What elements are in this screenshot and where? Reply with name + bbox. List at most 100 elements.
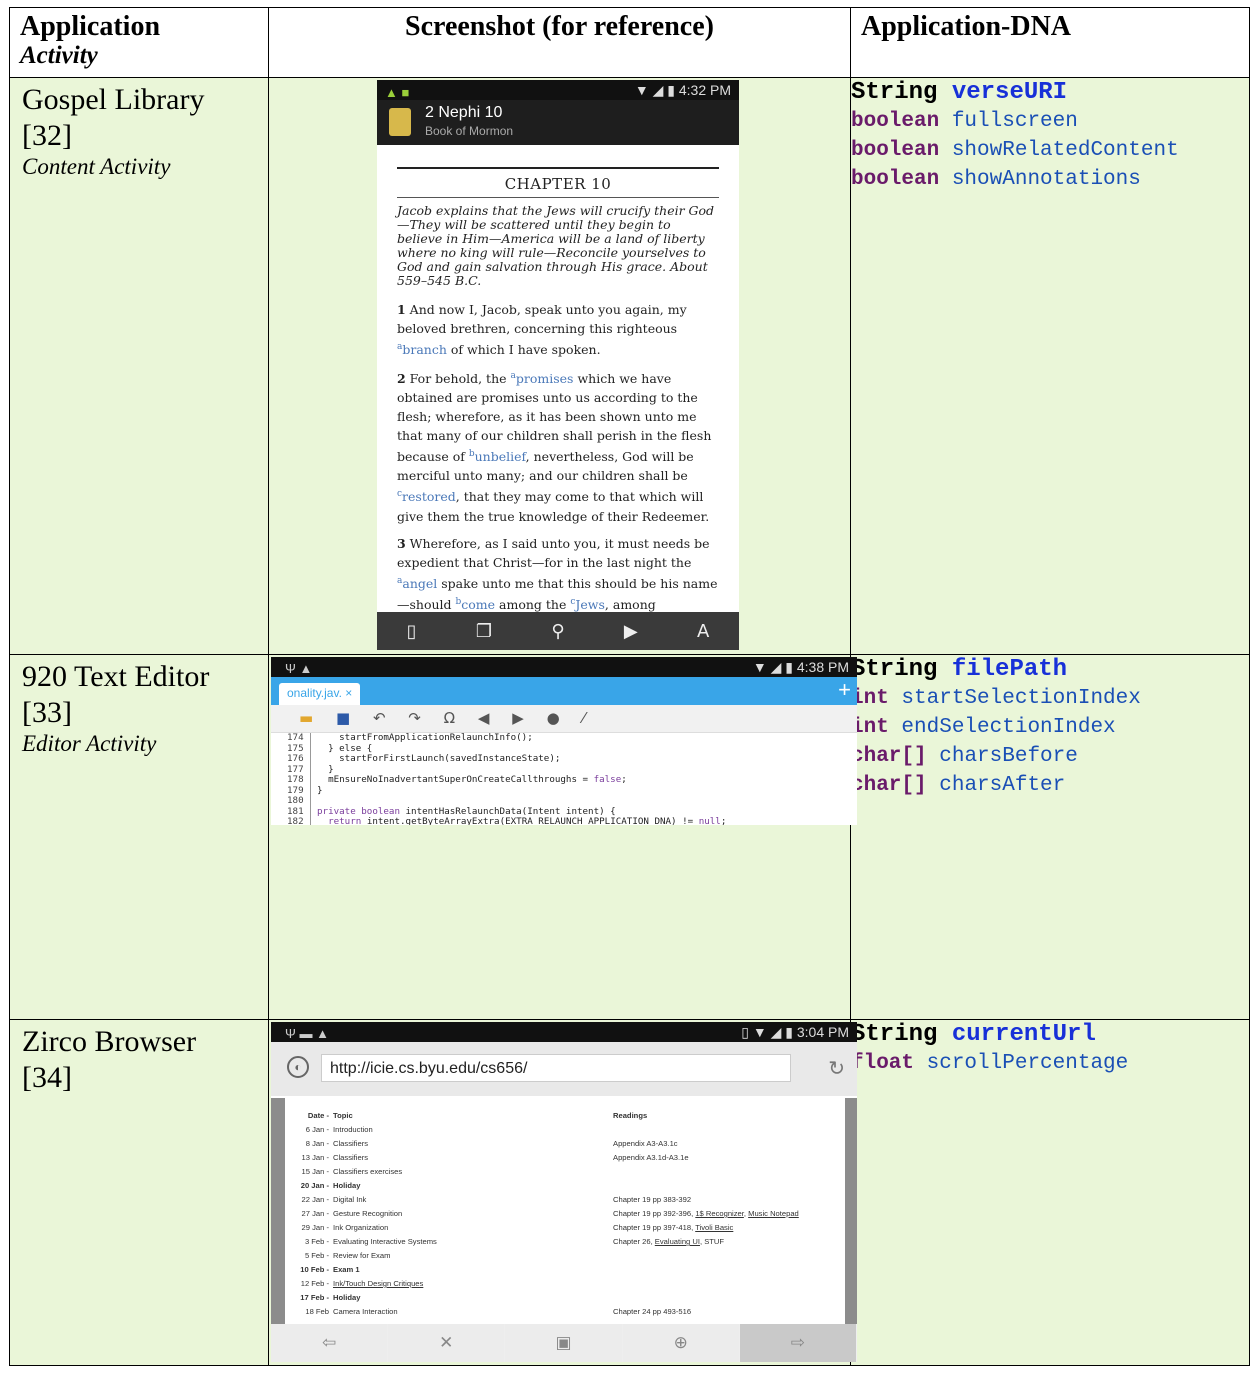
screenshot-cell-zirco: Ψ ▬ ▲ ▯ ▼ ◢ ▮ 3:04 PM ◐ http://icie.cs.by… <box>268 1019 857 1366</box>
app-activity: Content Activity <box>22 154 171 179</box>
header-screenshot: Screenshot (for reference) <box>268 7 851 78</box>
search-icon[interactable]: ⚲ <box>551 621 564 642</box>
color-picker-icon[interactable]: ● <box>547 709 560 727</box>
redo-icon[interactable]: ↷ <box>408 709 421 727</box>
undo-icon[interactable]: ↶ <box>373 709 386 727</box>
globe-icon[interactable]: ◐ <box>287 1056 309 1078</box>
table-row: 20 Jan - Holiday <box>300 1181 361 1190</box>
scripture-body: CHAPTER 10 Jacob explains that the Jews … <box>377 145 739 614</box>
app-ref: [32] <box>22 119 72 152</box>
wand-icon[interactable]: ⁄ <box>582 709 585 727</box>
table-row: 15 Jan - Classifiers exercises <box>301 1167 403 1176</box>
reload-icon[interactable]: ↻ <box>828 1056 845 1081</box>
dna-line: String verseURI <box>851 79 1068 106</box>
battery-signal-icon: ▯ ▼ ◢ ▮ <box>741 1024 797 1040</box>
screenshot-cell-editor: Ψ ▲ ▼ ◢ ▮ 4:38 PM onality.jav. × + ▬ ■ ↶ … <box>268 654 857 1020</box>
verse-1: 1 And now I, Jacob, speak unto you again… <box>397 302 687 358</box>
status-time: 4:32 PM <box>678 82 731 98</box>
file-tab[interactable]: onality.jav. × <box>279 683 361 705</box>
status-time: 3:04 PM <box>796 1024 849 1040</box>
column-header-readings: Readings <box>613 1111 648 1120</box>
application-dna-table: Application Activity Screenshot (for ref… <box>9 7 1250 1366</box>
usb-icon: Ψ ▬ ▲ <box>285 1026 329 1041</box>
table-row: 6 Jan - Introduction <box>305 1125 373 1134</box>
dna-line: boolean fullscreen <box>851 110 1078 133</box>
chapter-summary: Jacob explains that the Jews will crucif… <box>397 203 715 288</box>
app-cell-gospel: Gospel Library [32] Content Activity <box>9 77 269 655</box>
dna-line: char[] charsAfter <box>851 774 1066 797</box>
dna-line: String currentUrl <box>851 1021 1096 1048</box>
book-title: 2 Nephi 10 <box>425 104 503 121</box>
open-folder-icon[interactable]: ▬ <box>299 709 313 727</box>
dna-line: char[] charsBefore <box>851 745 1078 768</box>
verse-3: 3 Wherefore, as I said unto you, it must… <box>397 535 718 612</box>
dna-line: int endSelectionIndex <box>851 716 1116 739</box>
battery-signal-icon: ▼ ◢ ▮ <box>752 659 797 675</box>
app-ref: [33] <box>22 696 72 729</box>
app-logo-icon <box>389 108 411 136</box>
status-bar: Ψ ▬ ▲ ▯ ▼ ◢ ▮ 3:04 PM <box>271 1022 857 1042</box>
web-page[interactable]: Date - Topic Readings 6 Jan - Introduction … <box>271 1098 857 1324</box>
app-cell-zirco: Zirco Browser [34] <box>9 1019 269 1366</box>
chapter-heading: CHAPTER 10 <box>504 175 612 193</box>
screenshot-cell-gospel: ▲ ■ ▼ ◢ ▮ 4:32 PM 2 Nephi 10 Book of Morm… <box>268 77 851 655</box>
battery-signal-icon: ▼ ◢ ▮ <box>634 82 679 98</box>
usb-icon: Ψ ▲ <box>285 661 313 676</box>
app-activity: Editor Activity <box>22 731 157 756</box>
arrow-left-icon[interactable]: ◀ <box>478 709 490 727</box>
dna-cell-editor: String filePath int startSelectionIndex … <box>850 654 1250 1020</box>
browser-toolbar: ⇦ ✕ ▣ ⊕ ⇨ <box>271 1324 857 1362</box>
app-name: Gospel Library <box>22 83 205 116</box>
dna-line: boolean showAnnotations <box>851 168 1141 191</box>
add-icon[interactable]: ⊕ <box>622 1324 740 1362</box>
status-bar: ▲ ■ ▼ ◢ ▮ 4:32 PM <box>377 80 739 100</box>
play-icon[interactable]: ▶ <box>624 621 638 642</box>
header-application-dna: Application-DNA <box>850 7 1250 78</box>
table-row: 13 Jan - Classifiers Appendix A3.1d-A3.1e <box>301 1153 689 1162</box>
status-time: 4:38 PM <box>796 659 849 675</box>
url-bar: ◐ http://icie.cs.byu.edu/cs656/ ↻ <box>271 1042 857 1096</box>
divider <box>397 197 719 198</box>
header-application-title: Application <box>20 11 161 42</box>
back-icon[interactable]: ⇦ <box>271 1324 389 1362</box>
app-name: Zirco Browser <box>22 1025 197 1058</box>
dna-cell-zirco: String currentUrl float scrollPercentage <box>850 1019 1250 1366</box>
table-row: 8 Jan - Classifiers Appendix A3-A3.1c <box>305 1139 678 1148</box>
add-tab-icon[interactable]: + <box>838 677 851 703</box>
header-application: Application Activity <box>9 7 269 78</box>
table-row: 5 Feb - Review for Exam <box>304 1251 391 1260</box>
font-size-icon[interactable]: A <box>697 621 709 642</box>
table-row: 29 Jan - Ink Organization Chapter 19 pp 39… <box>301 1223 734 1232</box>
table-row: 12 Feb - Ink/Touch Design Critiques <box>300 1279 424 1288</box>
action-bar: 2 Nephi 10 Book of Mormon <box>377 100 739 145</box>
bottom-toolbar: ▯ ❐ ⚲ ▶ A <box>377 612 739 650</box>
dna-cell-gospel: String verseURI boolean fullscreen boole… <box>850 77 1250 655</box>
app-name: 920 Text Editor <box>22 660 210 693</box>
table-row: 3 Feb - Evaluating Interactive Systems Cha… <box>304 1237 725 1246</box>
text-editor-screenshot: Ψ ▲ ▼ ◢ ▮ 4:38 PM onality.jav. × + ▬ ■ ↶ … <box>271 657 857 825</box>
dna-line: String filePath <box>851 656 1068 683</box>
table-header-row: Date - Topic Readings <box>285 1110 845 1121</box>
table-row: 18 Feb Camera Interaction Chapter 24 pp 49… <box>305 1307 692 1316</box>
zirco-browser-screenshot: Ψ ▬ ▲ ▯ ▼ ◢ ▮ 3:04 PM ◐ http://icie.cs.by… <box>271 1022 857 1362</box>
gospel-library-screenshot: ▲ ■ ▼ ◢ ▮ 4:32 PM 2 Nephi 10 Book of Morm… <box>377 80 739 650</box>
app-ref: [34] <box>22 1061 72 1094</box>
divider <box>397 167 719 169</box>
book-subtitle: Book of Mormon <box>425 124 514 138</box>
app-cell-editor: 920 Text Editor [33] Editor Activity <box>9 654 269 1020</box>
table-row: 22 Jan - Digital Ink Chapter 19 pp 383-392 <box>301 1195 692 1204</box>
copy-icon[interactable]: ❐ <box>476 621 492 642</box>
dna-line: float scrollPercentage <box>851 1052 1129 1075</box>
column-header-date: Date - <box>307 1111 329 1120</box>
arrow-right-icon[interactable]: ▶ <box>512 709 524 727</box>
symbol-icon[interactable]: Ω <box>444 709 455 727</box>
source-code: startFromApplicationRelaunchInfo(); } el… <box>317 732 727 825</box>
save-icon[interactable]: ■ <box>336 709 350 727</box>
close-tab-icon[interactable]: ✕ <box>388 1324 506 1362</box>
bookmark-icon[interactable]: ▯ <box>407 621 417 642</box>
dna-line: int startSelectionIndex <box>851 687 1141 710</box>
forward-icon[interactable]: ⇨ <box>739 1324 857 1362</box>
url-input[interactable]: http://icie.cs.byu.edu/cs656/ <box>321 1054 791 1082</box>
tab-bar: onality.jav. × + <box>271 677 857 705</box>
bookmark-icon[interactable]: ▣ <box>505 1324 623 1362</box>
